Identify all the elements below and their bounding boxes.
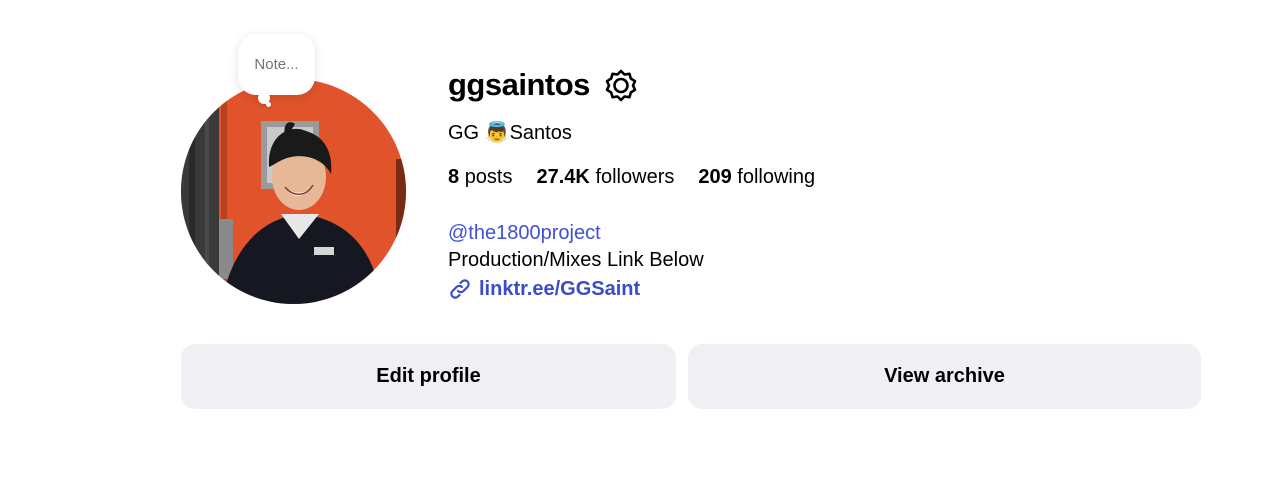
profile-info: ggsaintos GG 👼Santos 8 posts 27.4K follo… [448,60,839,304]
external-link-text: linktr.ee/GGSaint [479,277,641,300]
gear-icon[interactable] [604,68,638,102]
posts-count: 8 [448,166,460,188]
bio-text: Production/Mixes Link Below [448,249,704,271]
posts-stat[interactable]: 8 posts [448,164,513,190]
bio: @the1800project Production/Mixes Link Be… [448,220,839,304]
profile-avatar[interactable] [181,79,406,304]
username-row: ggsaintos [448,60,839,110]
bio-mention-link[interactable]: @the1800project [448,220,839,246]
following-label: following [737,166,816,188]
profile-stats: 8 posts 27.4K followers 209 following [448,164,839,190]
followers-label: followers [595,166,675,188]
posts-label: posts [464,166,513,188]
following-count: 209 [698,166,732,188]
link-icon [450,279,470,299]
full-name: GG 👼Santos [448,122,572,144]
note-bubble-tail-dot [266,102,271,107]
external-link[interactable]: linktr.ee/GGSaint [448,274,839,304]
followers-count: 27.4K [536,166,590,188]
avatar-image [181,79,406,304]
view-archive-button[interactable]: View archive [688,344,1201,409]
note-bubble[interactable]: Note... [238,34,315,95]
edit-profile-button[interactable]: Edit profile [181,344,676,409]
username: ggsaintos [448,67,590,102]
following-stat[interactable]: 209 following [698,164,815,190]
profile-header: Note... ggsaintos GG 👼Santos 8 posts 27.… [0,0,1262,478]
note-placeholder: Note... [254,56,299,73]
followers-stat[interactable]: 27.4K followers [537,164,675,190]
